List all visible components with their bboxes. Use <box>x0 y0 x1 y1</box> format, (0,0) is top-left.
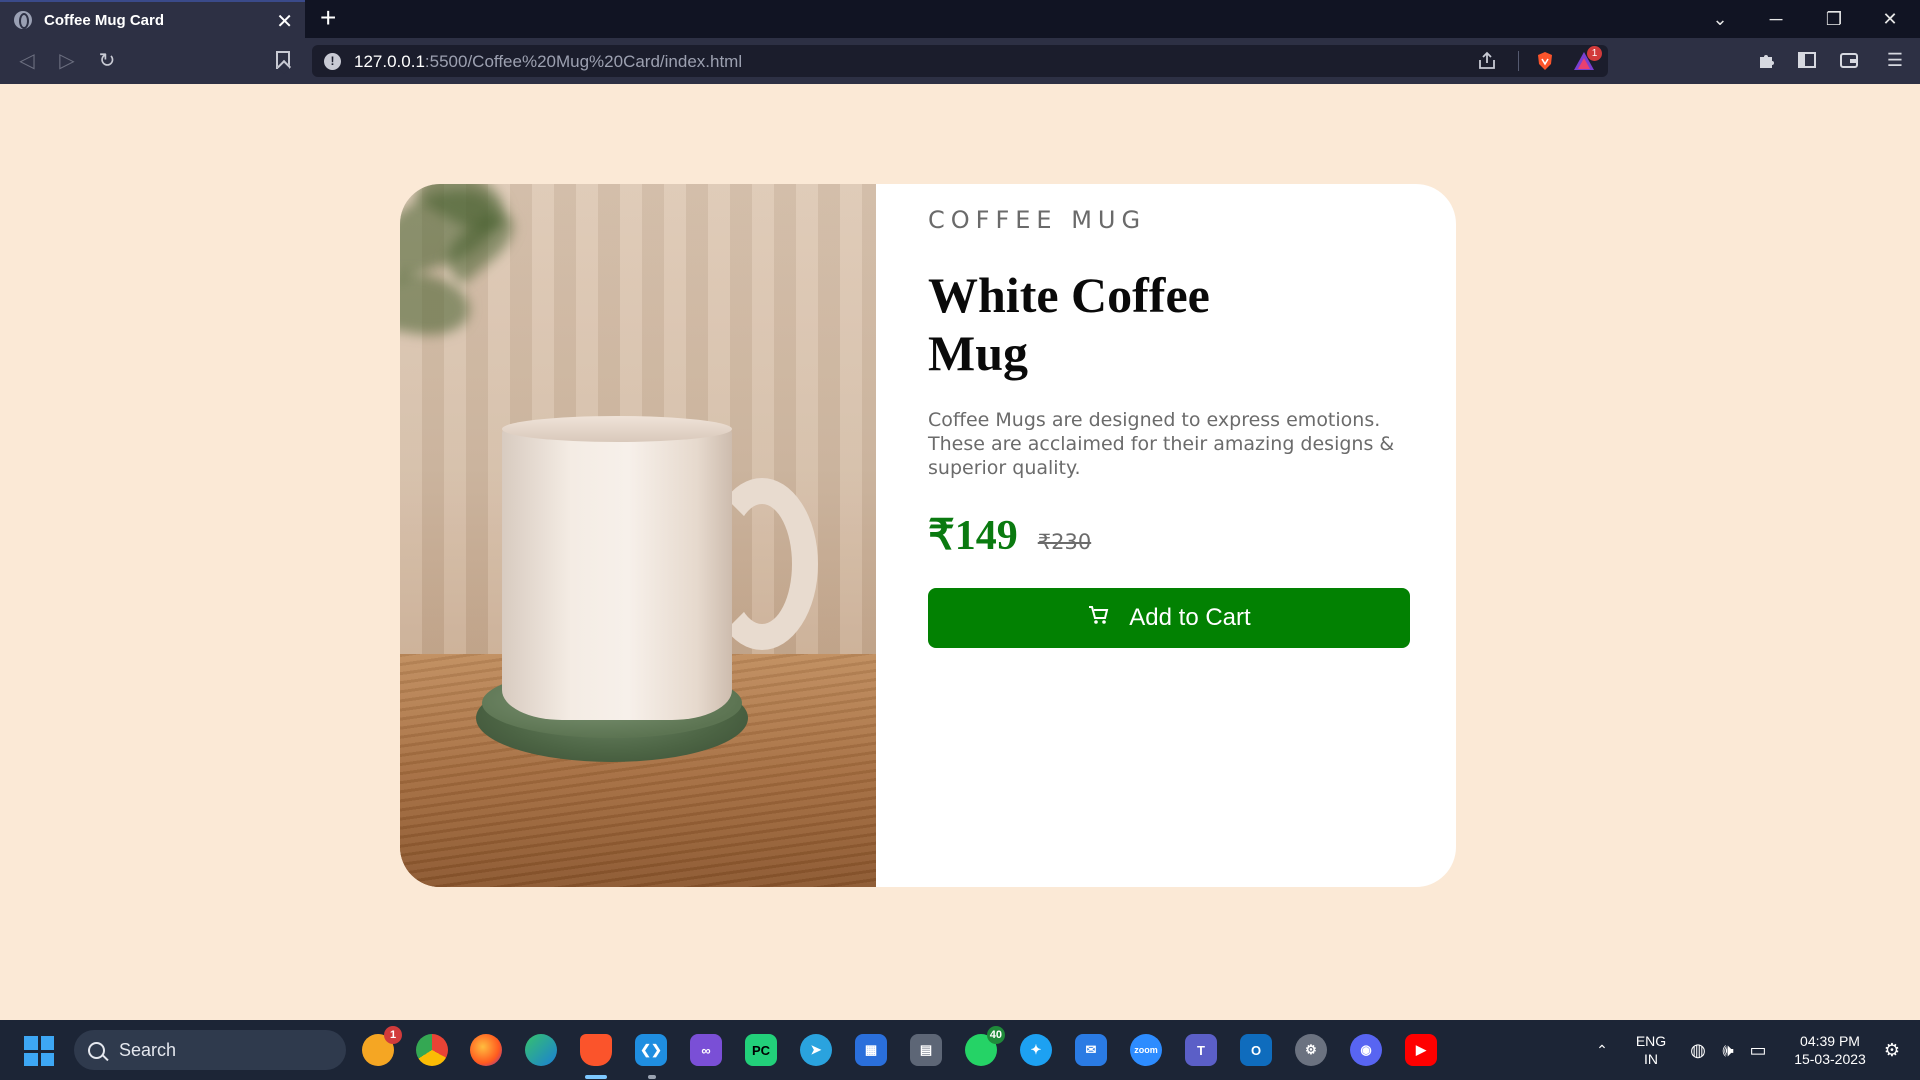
restore-icon[interactable]: ❐ <box>1806 0 1862 38</box>
vscode-icon[interactable]: ❮❯ <box>635 1034 667 1066</box>
tab-strip: Coffee Mug Card ✕ + ⌄ ─ ❐ ✕ <box>0 0 1920 38</box>
brave-icon[interactable] <box>580 1034 612 1066</box>
tab-search-chevron-icon[interactable]: ⌄ <box>1692 0 1748 38</box>
cart-icon <box>1087 604 1109 632</box>
taskbar-search-label: Search <box>119 1039 177 1060</box>
chrome-icon[interactable] <box>416 1034 448 1066</box>
firefox-icon[interactable] <box>470 1034 502 1066</box>
taskbar-search[interactable]: Search <box>74 1030 346 1070</box>
menu-icon[interactable]: ☰ <box>1884 50 1906 70</box>
product-title: White Coffee Mug <box>928 267 1210 381</box>
teams-icon[interactable]: T <box>1185 1034 1217 1066</box>
divider <box>1518 51 1519 71</box>
clock-time: 04:39 PM <box>1800 1033 1860 1049</box>
search-icon <box>88 1041 105 1059</box>
add-to-cart-button[interactable]: Add to Cart <box>928 588 1410 648</box>
original-price: ₹230 <box>1037 530 1092 554</box>
settings-gear-icon[interactable]: ⚙ <box>1295 1034 1327 1066</box>
tab-title: Coffee Mug Card <box>44 11 164 29</box>
minimize-icon[interactable]: ─ <box>1748 0 1804 38</box>
clock[interactable]: 04:39 PM 15-03-2023 <box>1780 1020 1880 1080</box>
extensions-puzzle-icon[interactable] <box>1756 50 1778 70</box>
active-indicator <box>585 1075 607 1079</box>
language-line2: IN <box>1644 1051 1658 1067</box>
visual-studio-icon[interactable]: ∞ <box>690 1034 722 1066</box>
add-to-cart-label: Add to Cart <box>1129 604 1251 631</box>
current-price: ₹149 <box>928 513 1018 559</box>
price-row: ₹149 ₹230 <box>928 510 1091 560</box>
outlook-icon[interactable]: O <box>1240 1034 1272 1066</box>
product-card: COFFEE MUG White Coffee Mug Coffee Mugs … <box>400 184 1456 887</box>
windows-start-icon[interactable] <box>24 1036 54 1066</box>
product-category: COFFEE MUG <box>928 206 1147 234</box>
reload-icon[interactable]: ↻ <box>94 47 120 73</box>
forward-icon[interactable]: ▷ <box>54 47 80 73</box>
language-line1: ENG <box>1635 1033 1667 1049</box>
pycharm-icon[interactable]: PC <box>745 1034 777 1066</box>
new-tab-button[interactable]: + <box>320 2 336 34</box>
back-icon[interactable]: ◁ <box>14 47 40 73</box>
mail-icon[interactable]: ✉ <box>1075 1034 1107 1066</box>
mug-rim <box>502 416 732 442</box>
window-close-icon[interactable]: ✕ <box>1862 0 1918 38</box>
weather-icon[interactable]: 1 <box>362 1026 402 1066</box>
running-indicator <box>648 1075 656 1079</box>
notification-icon[interactable]: ⚙ <box>1874 1020 1910 1080</box>
calendar-icon[interactable]: ▦ <box>855 1034 887 1066</box>
product-details: COFFEE MUG White Coffee Mug Coffee Mugs … <box>928 184 1456 887</box>
volume-icon[interactable]: 🕪 <box>1714 1020 1742 1080</box>
tab-close-icon[interactable]: ✕ <box>276 9 293 34</box>
globe-icon <box>14 11 32 29</box>
edge-icon[interactable] <box>525 1034 557 1066</box>
product-description: Coffee Mugs are designed to express emot… <box>928 409 1395 479</box>
network-globe-icon[interactable]: ◍ <box>1684 1020 1712 1080</box>
site-info-icon[interactable]: ! <box>324 53 341 70</box>
twitter-icon[interactable]: ✦ <box>1020 1034 1052 1066</box>
calculator-icon[interactable]: ▤ <box>910 1034 942 1066</box>
zoom-icon[interactable]: zoom <box>1130 1034 1162 1066</box>
clock-date: 15-03-2023 <box>1794 1051 1866 1067</box>
discord-icon[interactable]: ◉ <box>1350 1034 1382 1066</box>
brave-rewards-icon[interactable]: 1 <box>1572 46 1602 72</box>
language-indicator[interactable]: ENG IN <box>1630 1020 1672 1080</box>
sidebar-toggle-icon[interactable] <box>1796 50 1818 70</box>
bookmark-icon[interactable] <box>276 51 290 69</box>
windows-taskbar: Search 1 ❮❯ ∞ PC ➤ ▦ ▤ 40 ✦ ✉ zoom T O ⚙… <box>0 1020 1920 1080</box>
wallet-icon[interactable] <box>1838 50 1860 70</box>
browser-tab[interactable]: Coffee Mug Card ✕ <box>0 0 305 38</box>
mug-body <box>502 424 732 720</box>
address-url[interactable]: 127.0.0.1:5500/Coffee%20Mug%20Card/index… <box>354 52 742 72</box>
address-bar[interactable]: ! 127.0.0.1:5500/Coffee%20Mug%20Card/ind… <box>312 45 1608 77</box>
tray-chevron-up-icon[interactable]: ⌃ <box>1586 1020 1618 1080</box>
mug-photo <box>400 184 876 887</box>
share-icon[interactable] <box>1476 50 1498 72</box>
whatsapp-icon[interactable]: 40 <box>965 1026 1005 1066</box>
brave-shield-icon[interactable] <box>1534 50 1556 72</box>
youtube-icon[interactable]: ▶ <box>1405 1034 1437 1066</box>
battery-icon[interactable]: ▭ <box>1744 1020 1772 1080</box>
telegram-icon[interactable]: ➤ <box>800 1034 832 1066</box>
